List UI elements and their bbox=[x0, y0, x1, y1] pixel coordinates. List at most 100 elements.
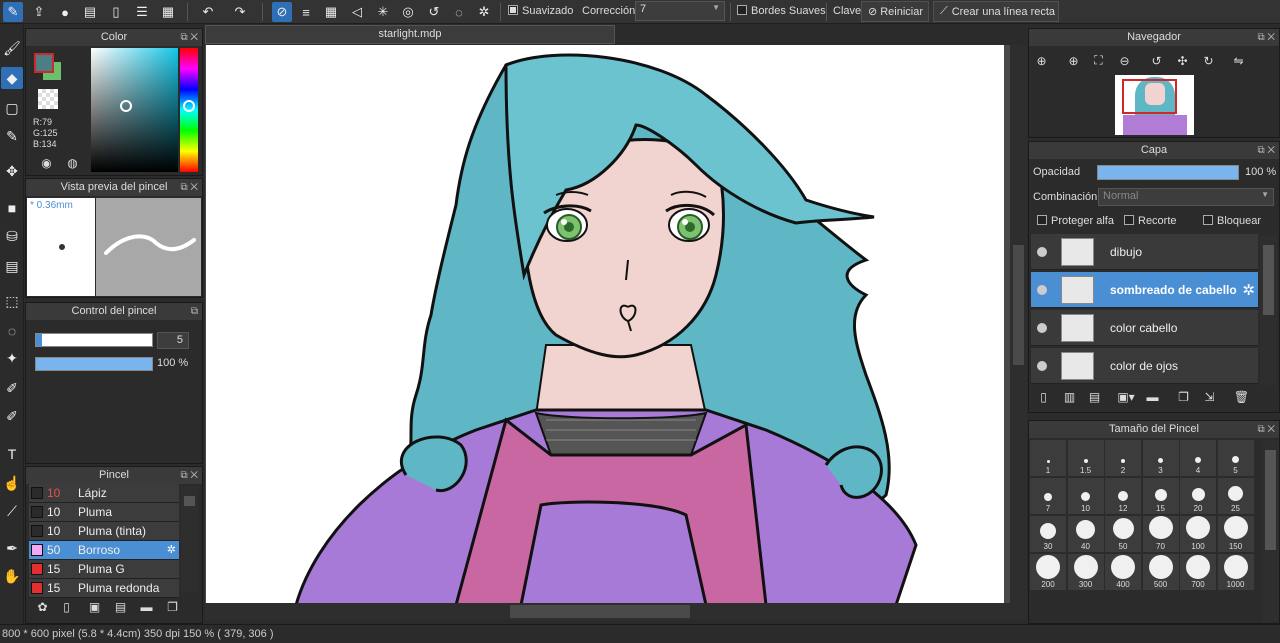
bucket-tool-icon[interactable]: ⛁ bbox=[1, 225, 23, 247]
duplicate-layer-icon[interactable]: ❐ bbox=[1174, 387, 1193, 406]
navigator-thumbnail[interactable] bbox=[1115, 75, 1194, 135]
panel-float-close-icon[interactable]: ⧉ ✕ bbox=[1257, 421, 1275, 438]
perspective-snap-icon[interactable]: ◁ bbox=[347, 2, 367, 22]
visibility-icon[interactable] bbox=[1037, 361, 1047, 371]
drawing-canvas[interactable] bbox=[206, 45, 1004, 605]
panel-float-close-icon[interactable]: ⧉ ✕ bbox=[180, 467, 198, 484]
soft-edges-checkbox[interactable]: Bordes Suaves bbox=[737, 5, 826, 17]
panel-float-close-icon[interactable]: ⧉ ✕ bbox=[1257, 142, 1275, 159]
reset-button[interactable]: ⊘ Reiniciar bbox=[861, 1, 929, 22]
canvas-area[interactable] bbox=[205, 45, 1027, 605]
dot-brush-tool-icon[interactable]: ✎ bbox=[1, 125, 23, 147]
grid-snap-icon[interactable]: ▦ bbox=[321, 2, 341, 22]
folder-icon[interactable]: ▬ bbox=[137, 597, 156, 616]
flip-icon[interactable]: ⇋ bbox=[1229, 51, 1248, 70]
brush-size-option[interactable]: 1.5 bbox=[1067, 440, 1104, 476]
brush-list-scrollbar[interactable] bbox=[181, 486, 198, 592]
zoom-fit-icon[interactable]: ⊕ bbox=[1032, 51, 1051, 70]
reset-view-icon[interactable]: ✣ bbox=[1173, 51, 1192, 70]
gradient-tool-icon[interactable]: ▤ bbox=[1, 255, 23, 277]
brush-item[interactable]: 10 Pluma bbox=[29, 503, 179, 522]
chat-icon[interactable]: ▤ bbox=[80, 2, 100, 22]
brush-item[interactable]: 15 Pluma redonda bbox=[29, 579, 179, 598]
zoom-in-icon[interactable]: ⊕ bbox=[1064, 51, 1083, 70]
comment-icon[interactable]: ● bbox=[55, 2, 75, 22]
rotate-right-icon[interactable]: ↻ bbox=[1199, 51, 1218, 70]
layer-item[interactable]: sombreado de cabello ✲ bbox=[1031, 272, 1258, 308]
brush-size-option[interactable]: 1 bbox=[1030, 440, 1066, 476]
panel-float-close-icon[interactable]: ⧉ ✕ bbox=[180, 29, 198, 46]
select-eraser-icon[interactable]: ✐ bbox=[1, 405, 23, 427]
hue-cursor[interactable] bbox=[183, 100, 195, 112]
panel-float-close-icon[interactable]: ⧉ ✕ bbox=[1257, 29, 1275, 46]
eyedropper-icon[interactable]: ✒ bbox=[1, 537, 23, 559]
canvas-vertical-scrollbar[interactable] bbox=[1010, 45, 1027, 605]
app-icon[interactable]: ✎ bbox=[3, 2, 23, 22]
brush-size-option[interactable]: 40 bbox=[1067, 516, 1104, 552]
saturation-value-picker[interactable] bbox=[91, 48, 178, 172]
divide-tool-icon[interactable]: ⟋ bbox=[1, 500, 23, 522]
brush-item[interactable]: 15 Pluma G bbox=[29, 560, 179, 579]
brush-size-option[interactable]: 5 bbox=[1217, 440, 1254, 476]
panel-float-close-icon[interactable]: ⧉ ✕ bbox=[180, 179, 198, 196]
rotate-snap-icon[interactable]: ◌ bbox=[449, 2, 469, 22]
blend-mode-select[interactable]: Normal ▼ bbox=[1098, 188, 1274, 206]
visibility-icon[interactable] bbox=[1037, 323, 1047, 333]
brush-size-option[interactable]: 400 bbox=[1105, 554, 1141, 590]
text-tool-icon[interactable]: T bbox=[1, 443, 23, 465]
mix-color-icon[interactable]: ◍ bbox=[63, 153, 82, 172]
fit-window-icon[interactable]: ⛶ bbox=[1089, 51, 1108, 70]
viewport-indicator[interactable] bbox=[1122, 79, 1177, 114]
document-icon[interactable]: ▯ bbox=[106, 2, 126, 22]
brush-size-scrollbar[interactable] bbox=[1262, 440, 1279, 622]
layer-list-scrollbar[interactable] bbox=[1260, 235, 1277, 385]
rectangle-tool-icon[interactable]: ▢ bbox=[1, 97, 23, 119]
brush-size-option[interactable]: 50 bbox=[1105, 516, 1141, 552]
brush-opacity-slider[interactable] bbox=[35, 357, 153, 371]
brush-size-option[interactable]: 3 bbox=[1142, 440, 1179, 476]
brush-item[interactable]: 10 Lápiz bbox=[29, 484, 179, 503]
layer-item[interactable]: dibujo bbox=[1031, 234, 1258, 270]
brush-size-option[interactable]: 20 bbox=[1180, 478, 1216, 514]
select-pen-icon[interactable]: ✐ bbox=[1, 377, 23, 399]
protect-alpha-checkbox[interactable]: Proteger alfa bbox=[1037, 215, 1114, 227]
brush-doc-icon[interactable]: ▤ bbox=[111, 597, 130, 616]
brush-size-option[interactable]: 200 bbox=[1030, 554, 1066, 590]
canvas-horizontal-scrollbar[interactable] bbox=[205, 603, 1027, 620]
document-tab[interactable]: starlight.mdp bbox=[205, 25, 615, 44]
brush-size-option[interactable]: 70 bbox=[1142, 516, 1179, 552]
brush-size-option[interactable]: 1000 bbox=[1217, 554, 1254, 590]
list-icon[interactable]: ☰ bbox=[132, 2, 152, 22]
new-brush-icon[interactable]: ▯ bbox=[57, 597, 76, 616]
curve-snap-icon[interactable]: ↺ bbox=[424, 2, 444, 22]
lock-checkbox[interactable]: Bloquear bbox=[1203, 215, 1261, 227]
visibility-icon[interactable] bbox=[1037, 285, 1047, 295]
brush-size-option[interactable]: 150 bbox=[1217, 516, 1254, 552]
straight-line-button[interactable]: ⟋ Crear una línea recta bbox=[933, 1, 1059, 22]
brush-tool-icon[interactable]: 🖌 bbox=[1, 37, 23, 59]
parallel-snap-icon[interactable]: ≡ bbox=[296, 2, 316, 22]
hue-slider[interactable] bbox=[180, 48, 198, 172]
add-brush-icon[interactable]: ▣ bbox=[85, 597, 104, 616]
zoom-out-icon[interactable]: ⊖ bbox=[1115, 51, 1134, 70]
new-layer-icon[interactable]: ▯ bbox=[1034, 387, 1053, 406]
brush-size-option[interactable]: 10 bbox=[1067, 478, 1104, 514]
snap-off-icon[interactable]: ⊘ bbox=[272, 2, 292, 22]
brush-settings-icon[interactable]: ✿ bbox=[33, 597, 52, 616]
smoothing-checkbox[interactable]: Suavizado bbox=[508, 5, 573, 17]
brush-size-option[interactable]: 100 bbox=[1180, 516, 1216, 552]
new-halftone-layer-icon[interactable]: ▥ bbox=[1060, 387, 1079, 406]
brush-size-option[interactable]: 30 bbox=[1030, 516, 1066, 552]
brush-size-option[interactable]: 2 bbox=[1105, 440, 1141, 476]
foreground-color-swatch[interactable] bbox=[34, 53, 54, 73]
settings-snap-icon[interactable]: ✲ bbox=[474, 2, 494, 22]
eraser-tool-icon[interactable]: ◆ bbox=[1, 67, 23, 89]
brush-size-slider[interactable] bbox=[35, 333, 153, 347]
brush-size-option[interactable]: 500 bbox=[1142, 554, 1179, 590]
lasso-select-icon[interactable]: ◌ bbox=[1, 320, 23, 342]
gear-icon[interactable]: ✲ bbox=[167, 543, 176, 556]
magic-wand-icon[interactable]: ✦ bbox=[1, 347, 23, 369]
brush-size-option[interactable]: 4 bbox=[1180, 440, 1216, 476]
transparent-color-swatch[interactable] bbox=[38, 89, 58, 109]
export-icon[interactable]: ⇪ bbox=[29, 2, 49, 22]
